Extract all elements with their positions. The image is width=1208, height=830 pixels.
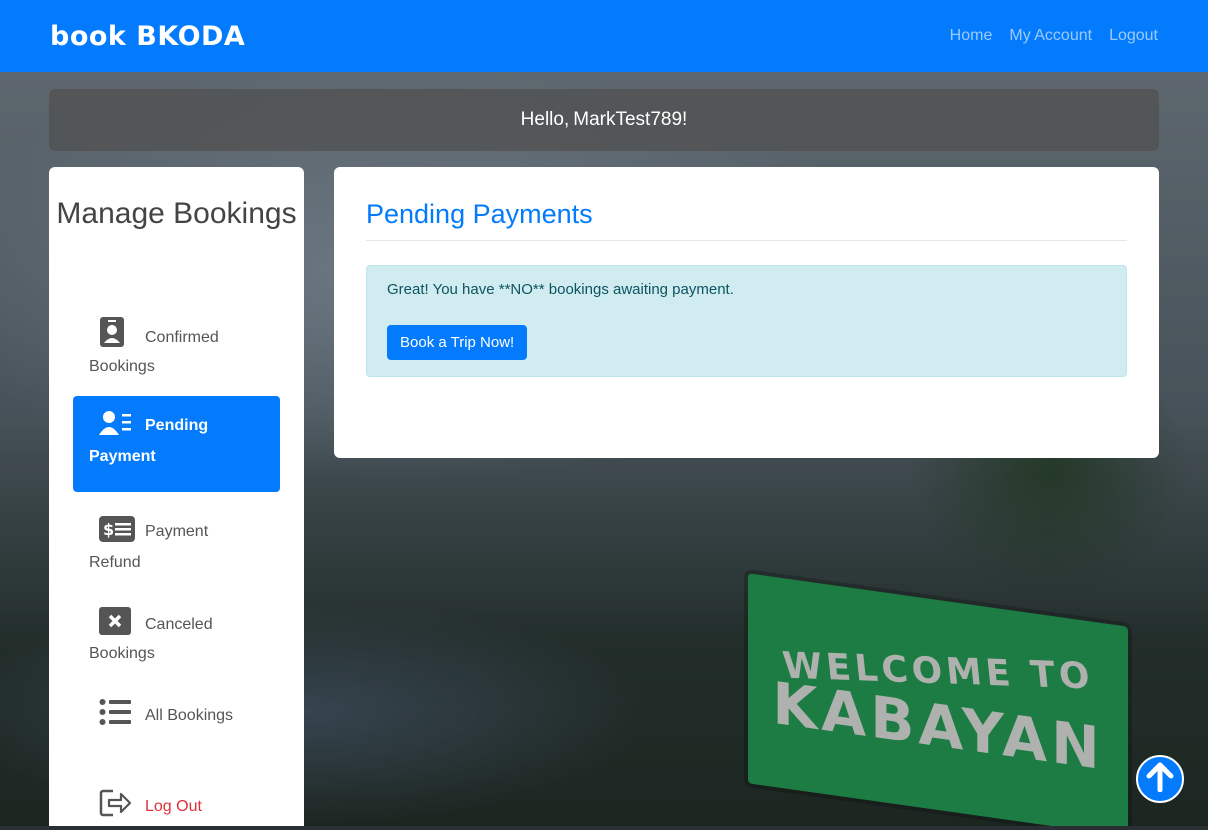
sidebar-item-pending-payment[interactable]: Pending Payment xyxy=(73,396,280,492)
brand-logo[interactable]: book BKODA xyxy=(50,21,245,52)
nav-account-link[interactable]: My Account xyxy=(1009,27,1092,45)
user-list-icon xyxy=(99,410,133,442)
nav-logout-link[interactable]: Logout xyxy=(1109,27,1158,45)
greeting-username: MarkTest789 xyxy=(573,109,683,130)
list-icon xyxy=(99,698,133,730)
close-box-icon xyxy=(99,607,133,639)
sidebar-item-payment-refund[interactable]: $ Payment Refund xyxy=(73,502,280,591)
arrow-up-icon xyxy=(1146,762,1174,797)
greeting-banner: Hello, MarkTest789 ! xyxy=(49,89,1159,151)
id-badge-icon xyxy=(99,316,133,348)
sidebar-item-label: All Bookings xyxy=(145,707,234,724)
page-title: Pending Payments xyxy=(366,199,1127,241)
sidebar-item-confirmed-bookings[interactable]: Confirmed Bookings xyxy=(73,302,280,395)
money-check-icon: $ xyxy=(99,516,135,548)
bottom-edge xyxy=(0,826,1208,830)
sidebar-item-canceled-bookings[interactable]: Canceled Bookings xyxy=(73,593,280,682)
sidebar-item-log-out[interactable]: Log Out xyxy=(73,775,280,830)
scroll-to-top-button[interactable] xyxy=(1136,755,1184,803)
sign-out-icon xyxy=(99,789,133,821)
greeting-prefix: Hello, xyxy=(520,109,570,130)
pending-payments-card: Pending Payments Great! You have **NO** … xyxy=(334,167,1159,458)
nav-home-link[interactable]: Home xyxy=(950,27,993,45)
sidebar-item-all-bookings[interactable]: All Bookings xyxy=(73,684,280,744)
sidebar-item-label: Log Out xyxy=(145,798,202,815)
nav-links: Home My Account Logout xyxy=(950,27,1158,45)
sidebar: Manage Bookings Confirmed Bookings Pendi… xyxy=(49,167,304,830)
sidebar-title: Manage Bookings xyxy=(56,197,297,230)
alert-message: Great! You have **NO** bookings awaiting… xyxy=(387,281,734,298)
book-trip-button[interactable]: Book a Trip Now! xyxy=(387,325,528,360)
svg-text:$: $ xyxy=(103,520,114,539)
greeting-suffix: ! xyxy=(682,109,688,130)
info-alert: Great! You have **NO** bookings awaiting… xyxy=(366,265,1127,377)
navbar: book BKODA Home My Account Logout xyxy=(0,0,1208,72)
